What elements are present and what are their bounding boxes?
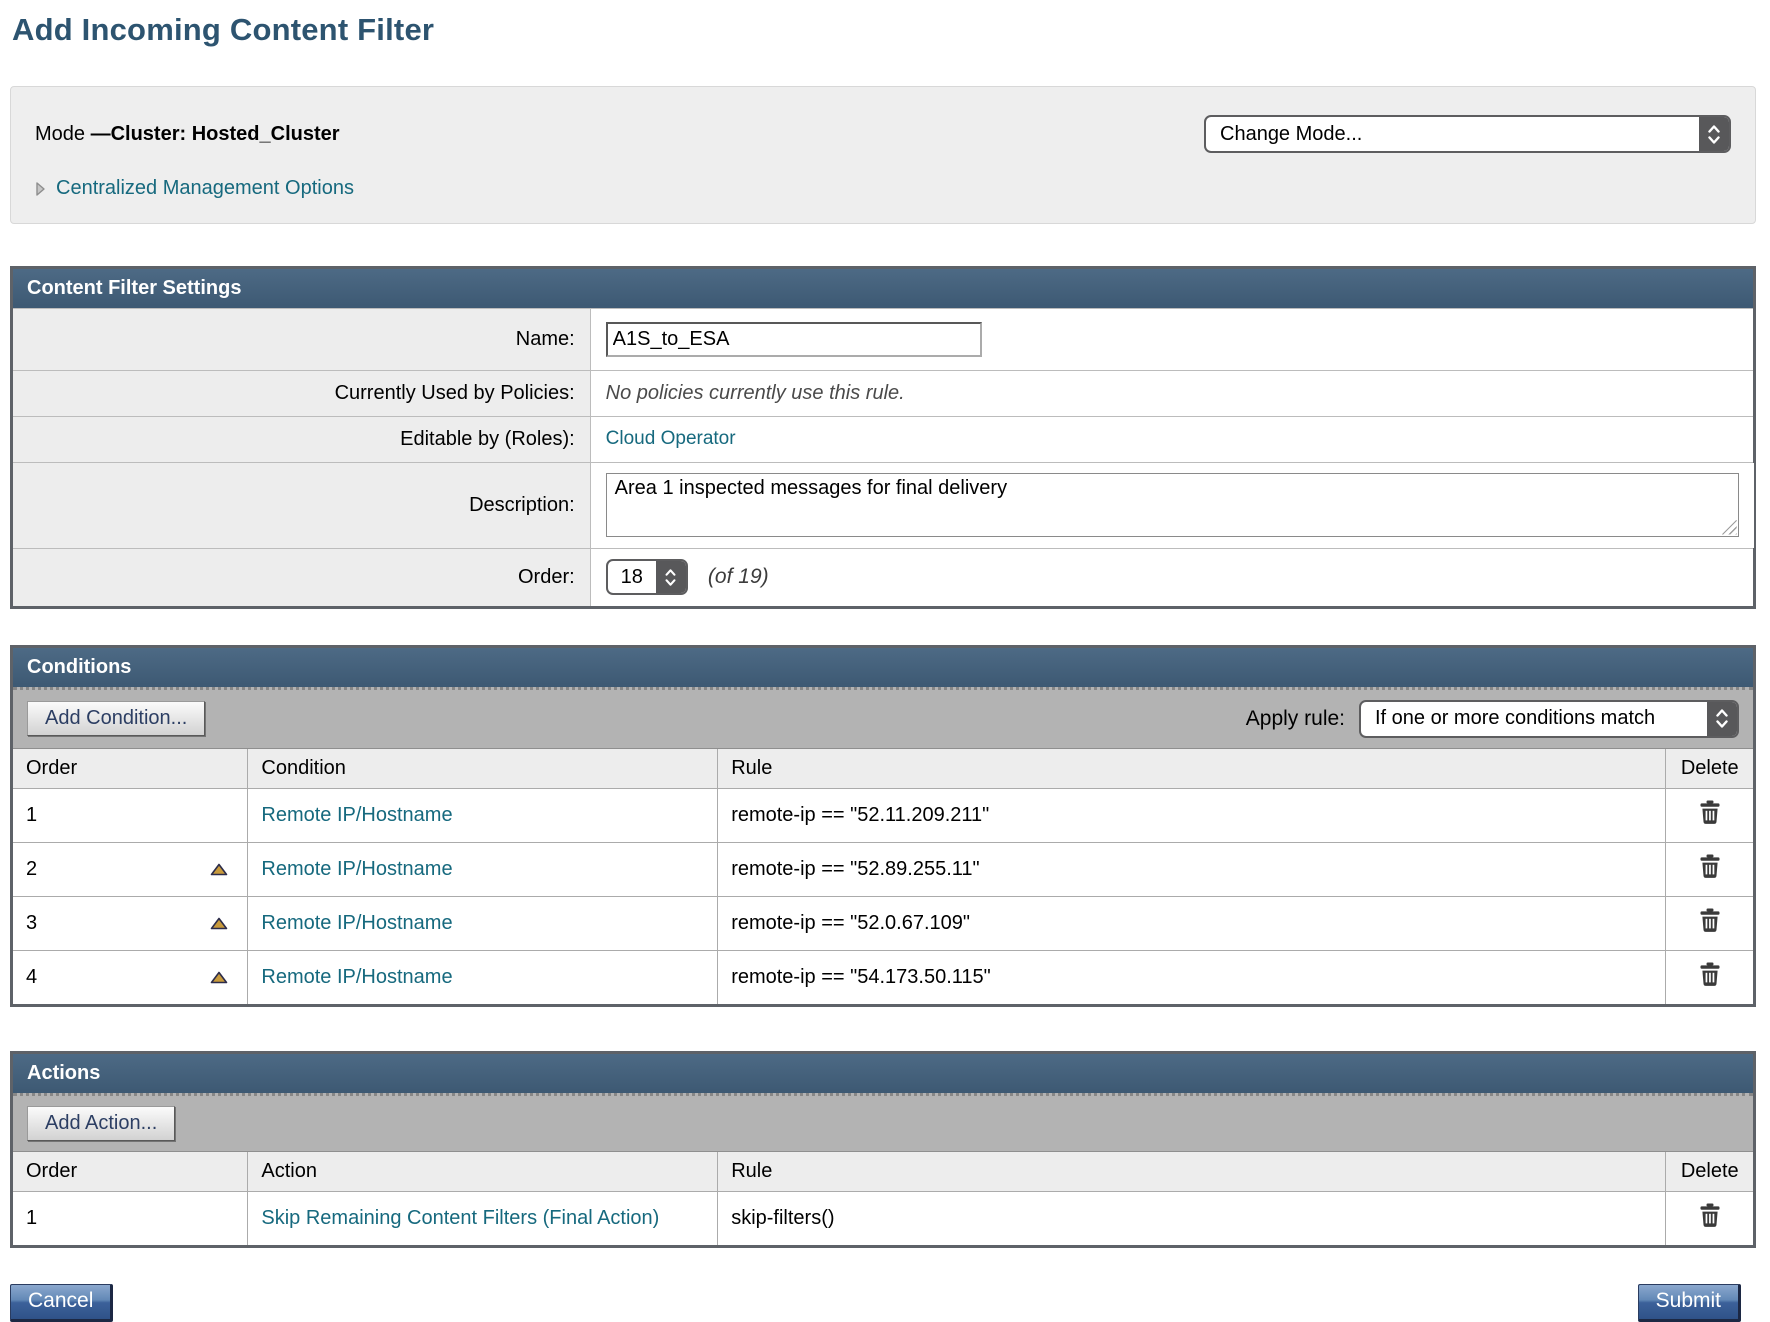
change-mode-select[interactable]: Change Mode...	[1204, 115, 1731, 153]
move-up-icon[interactable]	[210, 971, 228, 984]
condition-row: 4 Remote IP/Hostname remote-ip == "54.17…	[13, 950, 1753, 1004]
conditions-header: Conditions	[13, 648, 1753, 687]
select-arrows-icon	[1707, 702, 1737, 736]
delete-action-icon[interactable]	[1699, 1203, 1721, 1228]
col-header-order: Order	[13, 1152, 248, 1192]
mode-text: Mode —Cluster: Hosted_Cluster	[35, 123, 340, 146]
condition-link[interactable]: Remote IP/Hostname	[261, 804, 452, 826]
conditions-section: Conditions Add Condition... Apply rule: …	[10, 645, 1756, 1007]
order-of-note: (of 19)	[708, 565, 769, 589]
action-rule: skip-filters()	[718, 1191, 1666, 1245]
select-arrows-icon	[656, 561, 686, 593]
condition-order: 3	[26, 912, 37, 935]
col-header-action: Action	[248, 1152, 718, 1192]
col-header-delete: Delete	[1666, 749, 1753, 789]
mode-panel: Mode —Cluster: Hosted_Cluster Change Mod…	[10, 86, 1756, 224]
condition-row: 3 Remote IP/Hostname remote-ip == "52.0.…	[13, 896, 1753, 950]
disclosure-triangle-icon	[35, 181, 46, 197]
cloud-operator-link[interactable]: Cloud Operator	[606, 428, 736, 450]
actions-table: Order Action Rule Delete 1 Skip Remainin…	[13, 1152, 1753, 1245]
condition-rule: remote-ip == "52.11.209.211"	[718, 788, 1666, 842]
condition-rule: remote-ip == "52.89.255.11"	[718, 842, 1666, 896]
add-condition-button[interactable]: Add Condition...	[27, 701, 205, 736]
footer-bar: Cancel Submit	[10, 1284, 1741, 1322]
actions-header: Actions	[13, 1054, 1753, 1093]
description-label: Description:	[13, 463, 591, 548]
content-filter-settings-section: Content Filter Settings Name: Currently …	[10, 266, 1756, 609]
condition-link[interactable]: Remote IP/Hostname	[261, 858, 452, 880]
condition-link[interactable]: Remote IP/Hostname	[261, 912, 452, 934]
description-textarea[interactable]: Area 1 inspected messages for final deli…	[606, 473, 1739, 537]
delete-condition-icon[interactable]	[1699, 854, 1721, 879]
mode-cluster-value: —Cluster: Hosted_Cluster	[91, 123, 340, 145]
content-filter-settings-header: Content Filter Settings	[13, 269, 1753, 308]
condition-row: 2 Remote IP/Hostname remote-ip == "52.89…	[13, 842, 1753, 896]
conditions-table: Order Condition Rule Delete 1 Remote IP/…	[13, 749, 1753, 1004]
policies-label: Currently Used by Policies:	[13, 371, 591, 416]
col-header-condition: Condition	[248, 749, 718, 789]
centralized-management-options-label: Centralized Management Options	[56, 177, 354, 200]
condition-order: 1	[26, 804, 37, 827]
description-row: Description: Area 1 inspected messages f…	[13, 462, 1753, 548]
delete-condition-icon[interactable]	[1699, 908, 1721, 933]
condition-rule: remote-ip == "52.0.67.109"	[718, 896, 1666, 950]
cancel-button[interactable]: Cancel	[10, 1284, 113, 1322]
col-header-order: Order	[13, 749, 248, 789]
col-header-rule: Rule	[718, 749, 1666, 789]
action-order: 1	[26, 1207, 37, 1229]
select-arrows-icon	[1699, 117, 1729, 151]
condition-order: 4	[26, 966, 37, 989]
policies-row: Currently Used by Policies: No policies …	[13, 370, 1753, 416]
order-select-value: 18	[608, 561, 656, 593]
condition-row: 1 Remote IP/Hostname remote-ip == "52.11…	[13, 788, 1753, 842]
change-mode-select-value: Change Mode...	[1206, 117, 1699, 151]
delete-condition-icon[interactable]	[1699, 962, 1721, 987]
actions-toolbar: Add Action...	[13, 1093, 1753, 1152]
centralized-management-options-link[interactable]: Centralized Management Options	[35, 177, 354, 200]
conditions-toolbar: Add Condition... Apply rule: If one or m…	[13, 687, 1753, 749]
condition-order: 2	[26, 858, 37, 881]
apply-rule-select-value: If one or more conditions match	[1361, 702, 1707, 736]
apply-rule-label: Apply rule:	[1246, 707, 1345, 731]
condition-link[interactable]: Remote IP/Hostname	[261, 966, 452, 988]
col-header-delete: Delete	[1666, 1152, 1753, 1192]
col-header-rule: Rule	[718, 1152, 1666, 1192]
name-input[interactable]	[606, 322, 982, 357]
name-label: Name:	[13, 309, 591, 370]
condition-rule: remote-ip == "54.173.50.115"	[718, 950, 1666, 1004]
move-up-icon[interactable]	[210, 863, 228, 876]
delete-condition-icon[interactable]	[1699, 800, 1721, 825]
action-row: 1 Skip Remaining Content Filters (Final …	[13, 1191, 1753, 1245]
action-link[interactable]: Skip Remaining Content Filters (Final Ac…	[261, 1207, 659, 1229]
add-action-button[interactable]: Add Action...	[27, 1106, 175, 1141]
submit-button[interactable]: Submit	[1638, 1284, 1741, 1322]
roles-row: Editable by (Roles): Cloud Operator	[13, 416, 1753, 462]
page-title: Add Incoming Content Filter	[12, 12, 1770, 48]
order-label: Order:	[13, 549, 591, 606]
actions-section: Actions Add Action... Order Action Rule …	[10, 1051, 1756, 1248]
roles-label: Editable by (Roles):	[13, 417, 591, 462]
apply-rule-select[interactable]: If one or more conditions match	[1359, 700, 1739, 738]
move-up-icon[interactable]	[210, 917, 228, 930]
order-row: Order: 18 (of 19)	[13, 548, 1753, 606]
policies-value: No policies currently use this rule.	[606, 382, 905, 405]
mode-label: Mode	[35, 123, 91, 145]
name-row: Name:	[13, 308, 1753, 370]
order-select[interactable]: 18	[606, 559, 688, 595]
